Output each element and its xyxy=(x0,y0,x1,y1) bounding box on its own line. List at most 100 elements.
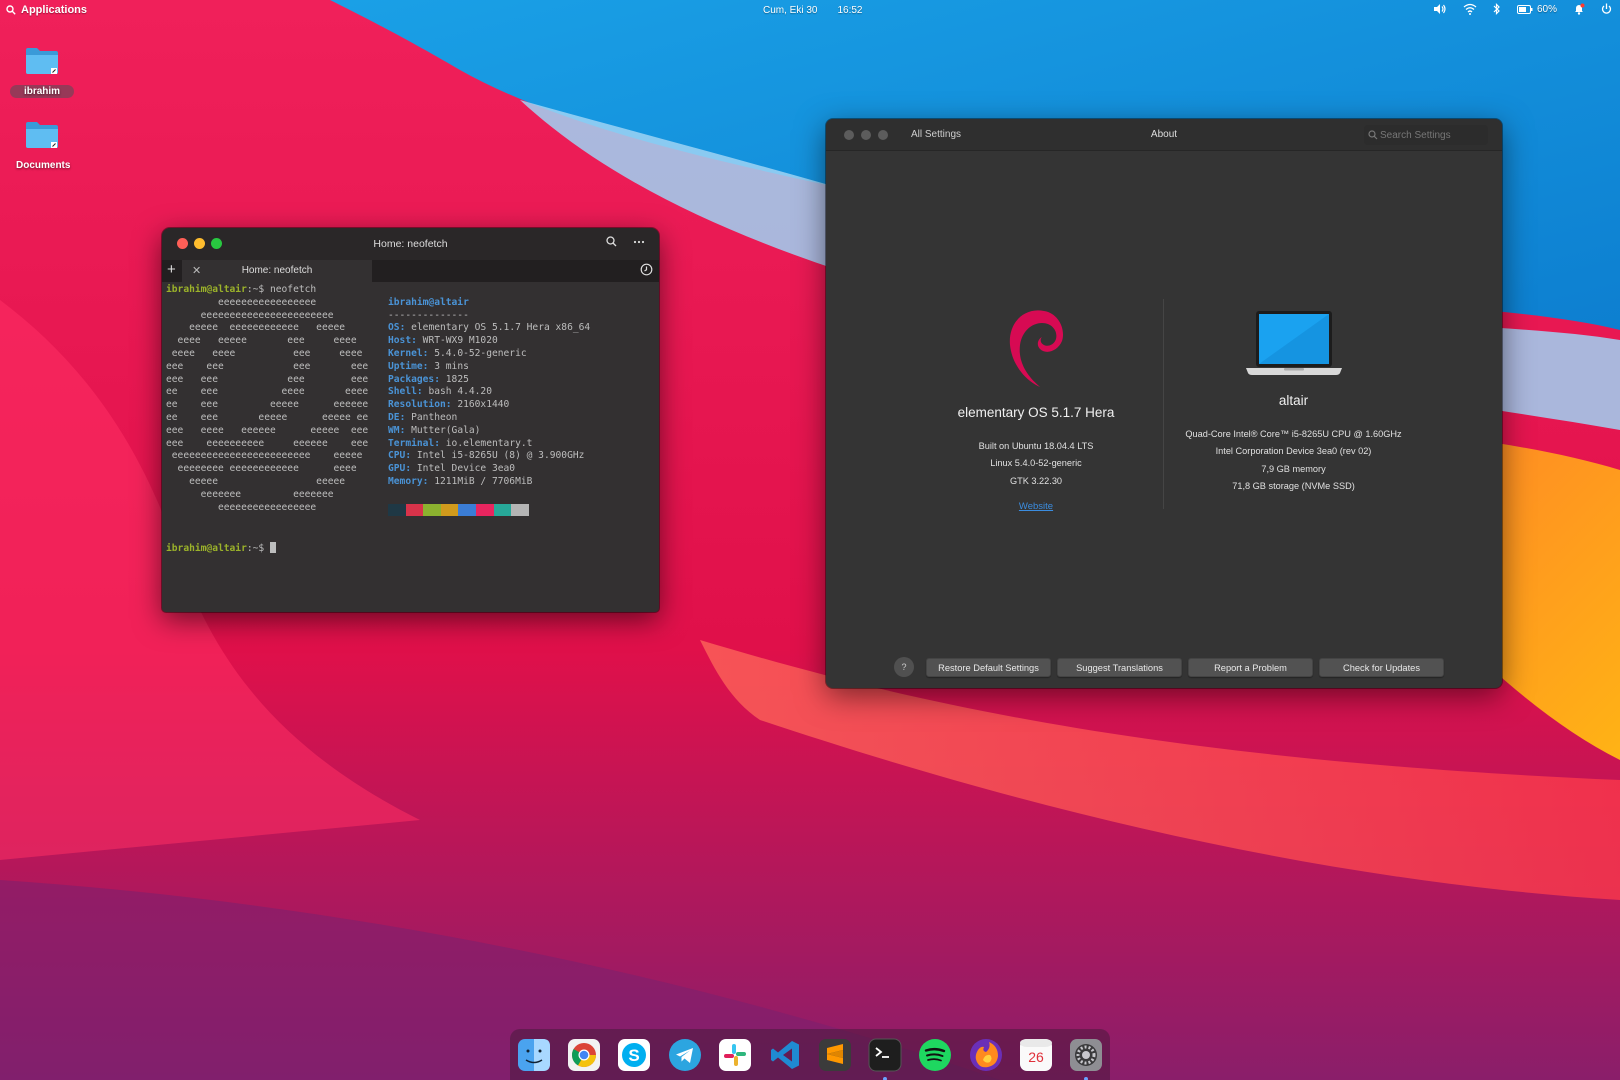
power-icon[interactable] xyxy=(1601,3,1612,15)
terminal-title: Home: neofetch xyxy=(373,238,448,250)
info-value: Intel Device 3ea0 xyxy=(416,463,516,475)
hostname: altair xyxy=(1278,393,1309,408)
terminal-tab-bar: + ✕ Home: neofetch xyxy=(162,260,659,282)
system-settings-window: All Settings About elementary OS 5.1.7 H… xyxy=(826,119,1502,688)
terminal-tab[interactable]: ✕ Home: neofetch xyxy=(182,260,372,282)
telegram-icon xyxy=(668,1038,701,1071)
neofetch-info-row: Shell: bash 4.4.20 xyxy=(388,386,590,399)
info-value: Intel i5-8265U (8) @ 3.900GHz xyxy=(416,450,585,462)
info-value: 1825 xyxy=(445,373,469,385)
dock-item-firefox[interactable] xyxy=(969,1038,1003,1072)
settings-action-bar: ? Restore Default Settings Suggest Trans… xyxy=(894,657,1444,677)
info-key: Packages xyxy=(388,373,435,385)
spotify-icon xyxy=(919,1038,952,1071)
info-key: CPU xyxy=(388,450,406,462)
desktop-icon-documents[interactable]: Documents xyxy=(2,120,82,172)
command-line: ibrahim@altair:~$ neofetch xyxy=(166,284,655,297)
desktop-icon-label: Documents xyxy=(16,160,71,171)
dock-item-terminal[interactable] xyxy=(868,1038,902,1080)
palette-swatch xyxy=(405,504,424,516)
battery-indicator[interactable]: 60% xyxy=(1516,4,1557,15)
dock-item-vscode[interactable] xyxy=(768,1038,802,1072)
report-a-problem-button[interactable]: Report a Problem xyxy=(1188,657,1313,677)
neofetch-info-row: OS: elementary OS 5.1.7 Hera x86_64 xyxy=(388,322,590,335)
palette-swatch xyxy=(493,504,512,516)
ascii-logo-line: ee eee eeeee eeeee ee xyxy=(166,411,369,423)
dock-item-telegram[interactable] xyxy=(668,1038,702,1072)
os-detail: Linux 5.4.0-52-generic xyxy=(990,458,1082,469)
bluetooth-icon[interactable] xyxy=(1493,3,1501,15)
tab-history-icon[interactable] xyxy=(640,263,653,276)
settings-headerbar[interactable]: All Settings About xyxy=(826,119,1502,151)
info-value: Pantheon xyxy=(411,411,458,423)
neofetch-user-host: ibrahim@altair xyxy=(388,296,469,308)
ascii-logo-line: eeeeeee eeeeeee xyxy=(166,488,334,500)
info-value: 1211MiB / 7706MiB xyxy=(434,475,533,487)
info-colon: : xyxy=(411,335,423,347)
info-value: bash 4.4.20 xyxy=(428,386,492,398)
desktop-icon-ibrahim[interactable]: ibrahim xyxy=(2,46,82,98)
datetime-indicator[interactable]: Cum, Eki 30 16:52 xyxy=(763,5,863,16)
dock-item-finder[interactable] xyxy=(517,1038,551,1072)
hardware-detail: Intel Corporation Device 3ea0 (rev 02) xyxy=(1215,446,1372,457)
current-prompt: ibrahim@altair:~$ xyxy=(166,542,276,556)
terminal-output[interactable]: ibrahim@altair:~$ neofetch eeeeeeeeeeeee… xyxy=(166,284,655,612)
info-colon: : xyxy=(422,360,435,372)
firefox-icon xyxy=(969,1038,1002,1071)
new-tab-button[interactable]: + xyxy=(167,261,176,278)
palette-swatch xyxy=(423,504,441,516)
info-key: Resolution xyxy=(388,399,446,411)
folder-icon xyxy=(26,48,58,74)
volume-icon[interactable] xyxy=(1433,3,1447,15)
neofetch-info-row: Packages: 1825 xyxy=(388,374,590,387)
prompt-suffix: :~$ xyxy=(246,284,270,295)
top-panel: Applications Cum, Eki 30 16:52 60% xyxy=(0,0,1620,22)
time-text: 16:52 xyxy=(837,5,863,16)
palette-swatch xyxy=(440,504,459,516)
neofetch-info-row: Memory: 1211MiB / 7706MiB xyxy=(388,476,590,489)
applications-menu-button[interactable]: Applications xyxy=(6,4,87,16)
neofetch-ascii-logo: eeeeeeeeeeeeeeeee eeeeeeeeeeeeeeeeeeeeee… xyxy=(166,297,368,515)
ascii-logo-line: eee eeeeeeeeee eeeeee eee xyxy=(166,437,369,449)
dock-item-sublime-text[interactable] xyxy=(818,1038,852,1072)
info-value: elementary OS 5.1.7 Hera x86_64 xyxy=(411,322,591,334)
dock-item-spotify[interactable] xyxy=(918,1038,952,1072)
dock-item-chrome[interactable] xyxy=(567,1038,601,1072)
dock-item-slack[interactable] xyxy=(718,1038,752,1072)
system-settings-icon xyxy=(1069,1038,1102,1071)
check-for-updates-button[interactable]: Check for Updates xyxy=(1319,657,1444,677)
info-key: Shell xyxy=(388,386,417,398)
hardware-detail: 7,9 GB memory xyxy=(1261,463,1326,474)
desktop-icon-label: ibrahim xyxy=(9,85,75,98)
wifi-icon[interactable] xyxy=(1463,3,1477,15)
more-options-icon[interactable] xyxy=(633,240,645,244)
ascii-logo-line: ee eee eeeee eeeeee xyxy=(166,399,369,411)
ascii-logo-line: eee eeee eeeeee eeeee eee xyxy=(166,424,369,436)
palette-swatch xyxy=(511,504,529,516)
notifications-icon[interactable] xyxy=(1573,3,1585,15)
ascii-logo-line: eeee eeee eee eeee xyxy=(166,347,363,359)
palette-swatch xyxy=(475,504,494,516)
info-key: Memory xyxy=(388,475,423,487)
neofetch-info-row: CPU: Intel i5-8265U (8) @ 3.900GHz xyxy=(388,450,590,463)
ascii-logo-line: eeeeeeeeeeeeeeeeeeeeeeee eeeee xyxy=(166,450,363,462)
info-key: OS xyxy=(388,322,400,334)
date-text: Cum, Eki 30 xyxy=(763,5,818,16)
system-indicators: 60% xyxy=(1433,3,1612,15)
website-link[interactable]: Website xyxy=(1019,501,1053,512)
finder-icon xyxy=(518,1038,550,1071)
info-colon: : xyxy=(434,373,446,385)
info-value: io.elementary.t xyxy=(445,437,533,449)
suggest-translations-button[interactable]: Suggest Translations xyxy=(1057,657,1182,677)
os-detail: GTK 3.22.30 xyxy=(1009,475,1063,486)
folder-icon xyxy=(26,122,58,148)
help-button[interactable]: ? xyxy=(894,657,914,677)
terminal-titlebar[interactable]: Home: neofetch xyxy=(162,228,659,260)
dock-item-skype[interactable]: S xyxy=(617,1038,651,1072)
search-settings-input[interactable] xyxy=(1380,128,1484,142)
dock-item-system-settings[interactable] xyxy=(1069,1038,1103,1080)
search-icon[interactable] xyxy=(606,236,617,247)
dock-item-calendar[interactable]: 26 xyxy=(1019,1038,1053,1072)
restore-default-settings-button[interactable]: Restore Default Settings xyxy=(926,657,1051,677)
ascii-logo-line: eeee eeeee eee eeee xyxy=(166,335,357,347)
